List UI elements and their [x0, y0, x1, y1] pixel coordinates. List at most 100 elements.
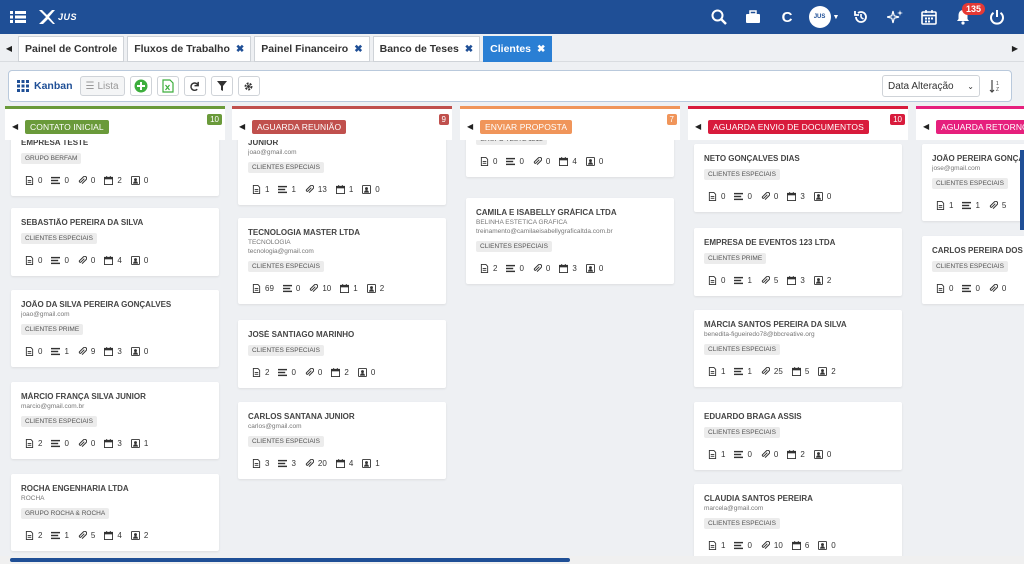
- collapse-column-icon[interactable]: ◀: [467, 122, 473, 131]
- stat-document[interactable]: 2: [25, 531, 42, 540]
- stat-contact[interactable]: 0: [130, 176, 148, 185]
- stat-list[interactable]: 0: [734, 450, 752, 459]
- stat-calendar[interactable]: 6: [791, 541, 809, 550]
- stat-paperclip[interactable]: 10: [309, 284, 331, 293]
- c-shortcut-button[interactable]: C: [770, 0, 804, 34]
- stat-contact[interactable]: 1: [362, 459, 380, 468]
- client-card[interactable]: CLAUDIA SANTOS PEREIRA marcela@gmail.com C…: [694, 484, 902, 556]
- stat-document[interactable]: 1: [936, 201, 953, 210]
- tabs-scroll-left-icon[interactable]: ◀: [2, 34, 16, 62]
- stat-document[interactable]: 0: [25, 176, 42, 185]
- client-card[interactable]: GRUPO TESTE 1212 0 0 0 4 0: [466, 140, 674, 177]
- client-card[interactable]: CAMILA E ISABELLY GRÁFICA LTDA BELINHA ES…: [466, 198, 674, 284]
- tab-clientes[interactable]: Clientes ✖: [483, 36, 553, 62]
- stat-document[interactable]: 0: [480, 157, 497, 166]
- briefcase-icon[interactable]: [736, 0, 770, 34]
- stat-contact[interactable]: 2: [130, 531, 148, 540]
- stat-calendar[interactable]: 3: [787, 276, 805, 285]
- refresh-button[interactable]: [183, 76, 206, 96]
- stat-list[interactable]: 1: [51, 347, 69, 356]
- tab-painel-financeiro[interactable]: Painel Financeiro ✖: [254, 36, 370, 62]
- stat-paperclip[interactable]: 0: [305, 368, 322, 377]
- stat-document[interactable]: 0: [936, 284, 953, 293]
- close-icon[interactable]: ✖: [236, 44, 244, 55]
- stat-calendar[interactable]: 5: [791, 367, 809, 376]
- calendar-icon[interactable]: [912, 0, 946, 34]
- stat-list[interactable]: 0: [506, 157, 524, 166]
- stat-document[interactable]: 1: [708, 367, 725, 376]
- collapse-column-icon[interactable]: ◀: [695, 122, 701, 131]
- client-card[interactable]: JOSÉ SANTIAGO MARINHO CLIENTES ESPECIAIS 2…: [238, 320, 446, 388]
- stat-contact[interactable]: 1: [130, 439, 148, 448]
- stat-document[interactable]: 3: [252, 459, 269, 468]
- history-icon[interactable]: [844, 0, 878, 34]
- stat-list[interactable]: 1: [734, 276, 752, 285]
- stat-paperclip[interactable]: 0: [78, 256, 95, 265]
- stat-list[interactable]: 0: [962, 284, 980, 293]
- stat-list[interactable]: 0: [734, 541, 752, 550]
- stat-document[interactable]: 2: [252, 368, 269, 377]
- close-icon[interactable]: ✖: [354, 44, 362, 55]
- stat-contact[interactable]: 0: [813, 192, 831, 201]
- stat-list[interactable]: 1: [278, 185, 296, 194]
- stat-document[interactable]: 69: [252, 284, 274, 293]
- stat-document[interactable]: 2: [25, 439, 42, 448]
- stat-list[interactable]: 0: [506, 264, 524, 273]
- tabs-scroll-right-icon[interactable]: ▶: [1008, 34, 1022, 62]
- client-card[interactable]: EDUARDO BRAGA ASSIS CLIENTES ESPECIAIS 1 0 0…: [694, 402, 902, 470]
- search-icon[interactable]: [702, 0, 736, 34]
- client-card[interactable]: MÁRCIA SANTOS PEREIRA DA SILVA benedita-f…: [694, 310, 902, 387]
- client-card[interactable]: ROCHA ENGENHARIA LTDA ROCHA GRUPO ROCHA & …: [11, 474, 219, 551]
- stat-paperclip[interactable]: 5: [78, 531, 95, 540]
- stat-calendar[interactable]: 3: [787, 192, 805, 201]
- stat-paperclip[interactable]: 5: [761, 276, 778, 285]
- stat-list[interactable]: 0: [51, 256, 69, 265]
- stat-list[interactable]: 0: [278, 368, 296, 377]
- client-card[interactable]: NETO GONÇALVES DIAS CLIENTES ESPECIAIS 0 0 0…: [694, 144, 902, 212]
- stat-paperclip[interactable]: 0: [78, 176, 95, 185]
- stat-contact[interactable]: 2: [818, 367, 836, 376]
- stat-list[interactable]: 1: [962, 201, 980, 210]
- stat-list[interactable]: 3: [278, 459, 296, 468]
- stat-document[interactable]: 1: [252, 185, 269, 194]
- client-card[interactable]: CARLOS SANTANA JUNIOR carlos@gmail.com CLI…: [238, 402, 446, 479]
- stat-paperclip[interactable]: 5: [989, 201, 1006, 210]
- notifications-bell-icon[interactable]: 135: [946, 0, 986, 34]
- collapse-column-icon[interactable]: ◀: [923, 122, 929, 131]
- stat-paperclip[interactable]: 0: [761, 450, 778, 459]
- client-card[interactable]: TECNOLOGIA MASTER LTDA TECNOLOGIA tecnolog…: [238, 218, 446, 304]
- stat-calendar[interactable]: 4: [559, 157, 577, 166]
- stat-paperclip[interactable]: 25: [761, 367, 783, 376]
- stat-document[interactable]: 1: [708, 450, 725, 459]
- stat-document[interactable]: 2: [480, 264, 497, 273]
- close-icon[interactable]: ✖: [537, 44, 545, 55]
- settings-button[interactable]: [237, 76, 260, 96]
- stat-paperclip[interactable]: 0: [533, 157, 550, 166]
- close-icon[interactable]: ✖: [465, 44, 473, 55]
- tab-banco-de-teses[interactable]: Banco de Teses ✖: [372, 36, 481, 62]
- stat-contact[interactable]: 2: [366, 284, 384, 293]
- stat-calendar[interactable]: 4: [335, 459, 353, 468]
- stat-calendar[interactable]: 3: [104, 439, 122, 448]
- collapse-column-icon[interactable]: ◀: [239, 122, 245, 131]
- tab-painel-de-controle[interactable]: Painel de Controle: [18, 36, 125, 62]
- client-card[interactable]: EMPRESA DE EVENTOS 123 LTDA CLIENTES PRIM…: [694, 228, 902, 296]
- stat-contact[interactable]: 0: [818, 541, 836, 550]
- stat-list[interactable]: 0: [734, 192, 752, 201]
- stat-contact[interactable]: 0: [130, 347, 148, 356]
- client-card[interactable]: SEBASTIÃO PEREIRA DA SILVA CLIENTES ESPEC…: [11, 208, 219, 276]
- client-card[interactable]: CARLOS PEREIRA DOS SA CLIENTES ESPECIAIS 0…: [922, 236, 1024, 304]
- stat-calendar[interactable]: 4: [104, 531, 122, 540]
- stat-calendar[interactable]: 1: [335, 185, 353, 194]
- stat-contact[interactable]: 0: [130, 256, 148, 265]
- stat-calendar[interactable]: 3: [104, 347, 122, 356]
- sort-direction-button[interactable]: 1Z: [985, 76, 1005, 96]
- stat-document[interactable]: 1: [708, 541, 725, 550]
- stat-paperclip[interactable]: 0: [989, 284, 1006, 293]
- vertical-scrollbar[interactable]: [1020, 150, 1024, 230]
- stat-list[interactable]: 0: [51, 439, 69, 448]
- client-card[interactable]: MÁRCIO FRANÇA SILVA JUNIOR marcio@gmail.c…: [11, 382, 219, 459]
- stat-document[interactable]: 0: [25, 347, 42, 356]
- stat-calendar[interactable]: 2: [331, 368, 349, 377]
- stat-paperclip[interactable]: 0: [533, 264, 550, 273]
